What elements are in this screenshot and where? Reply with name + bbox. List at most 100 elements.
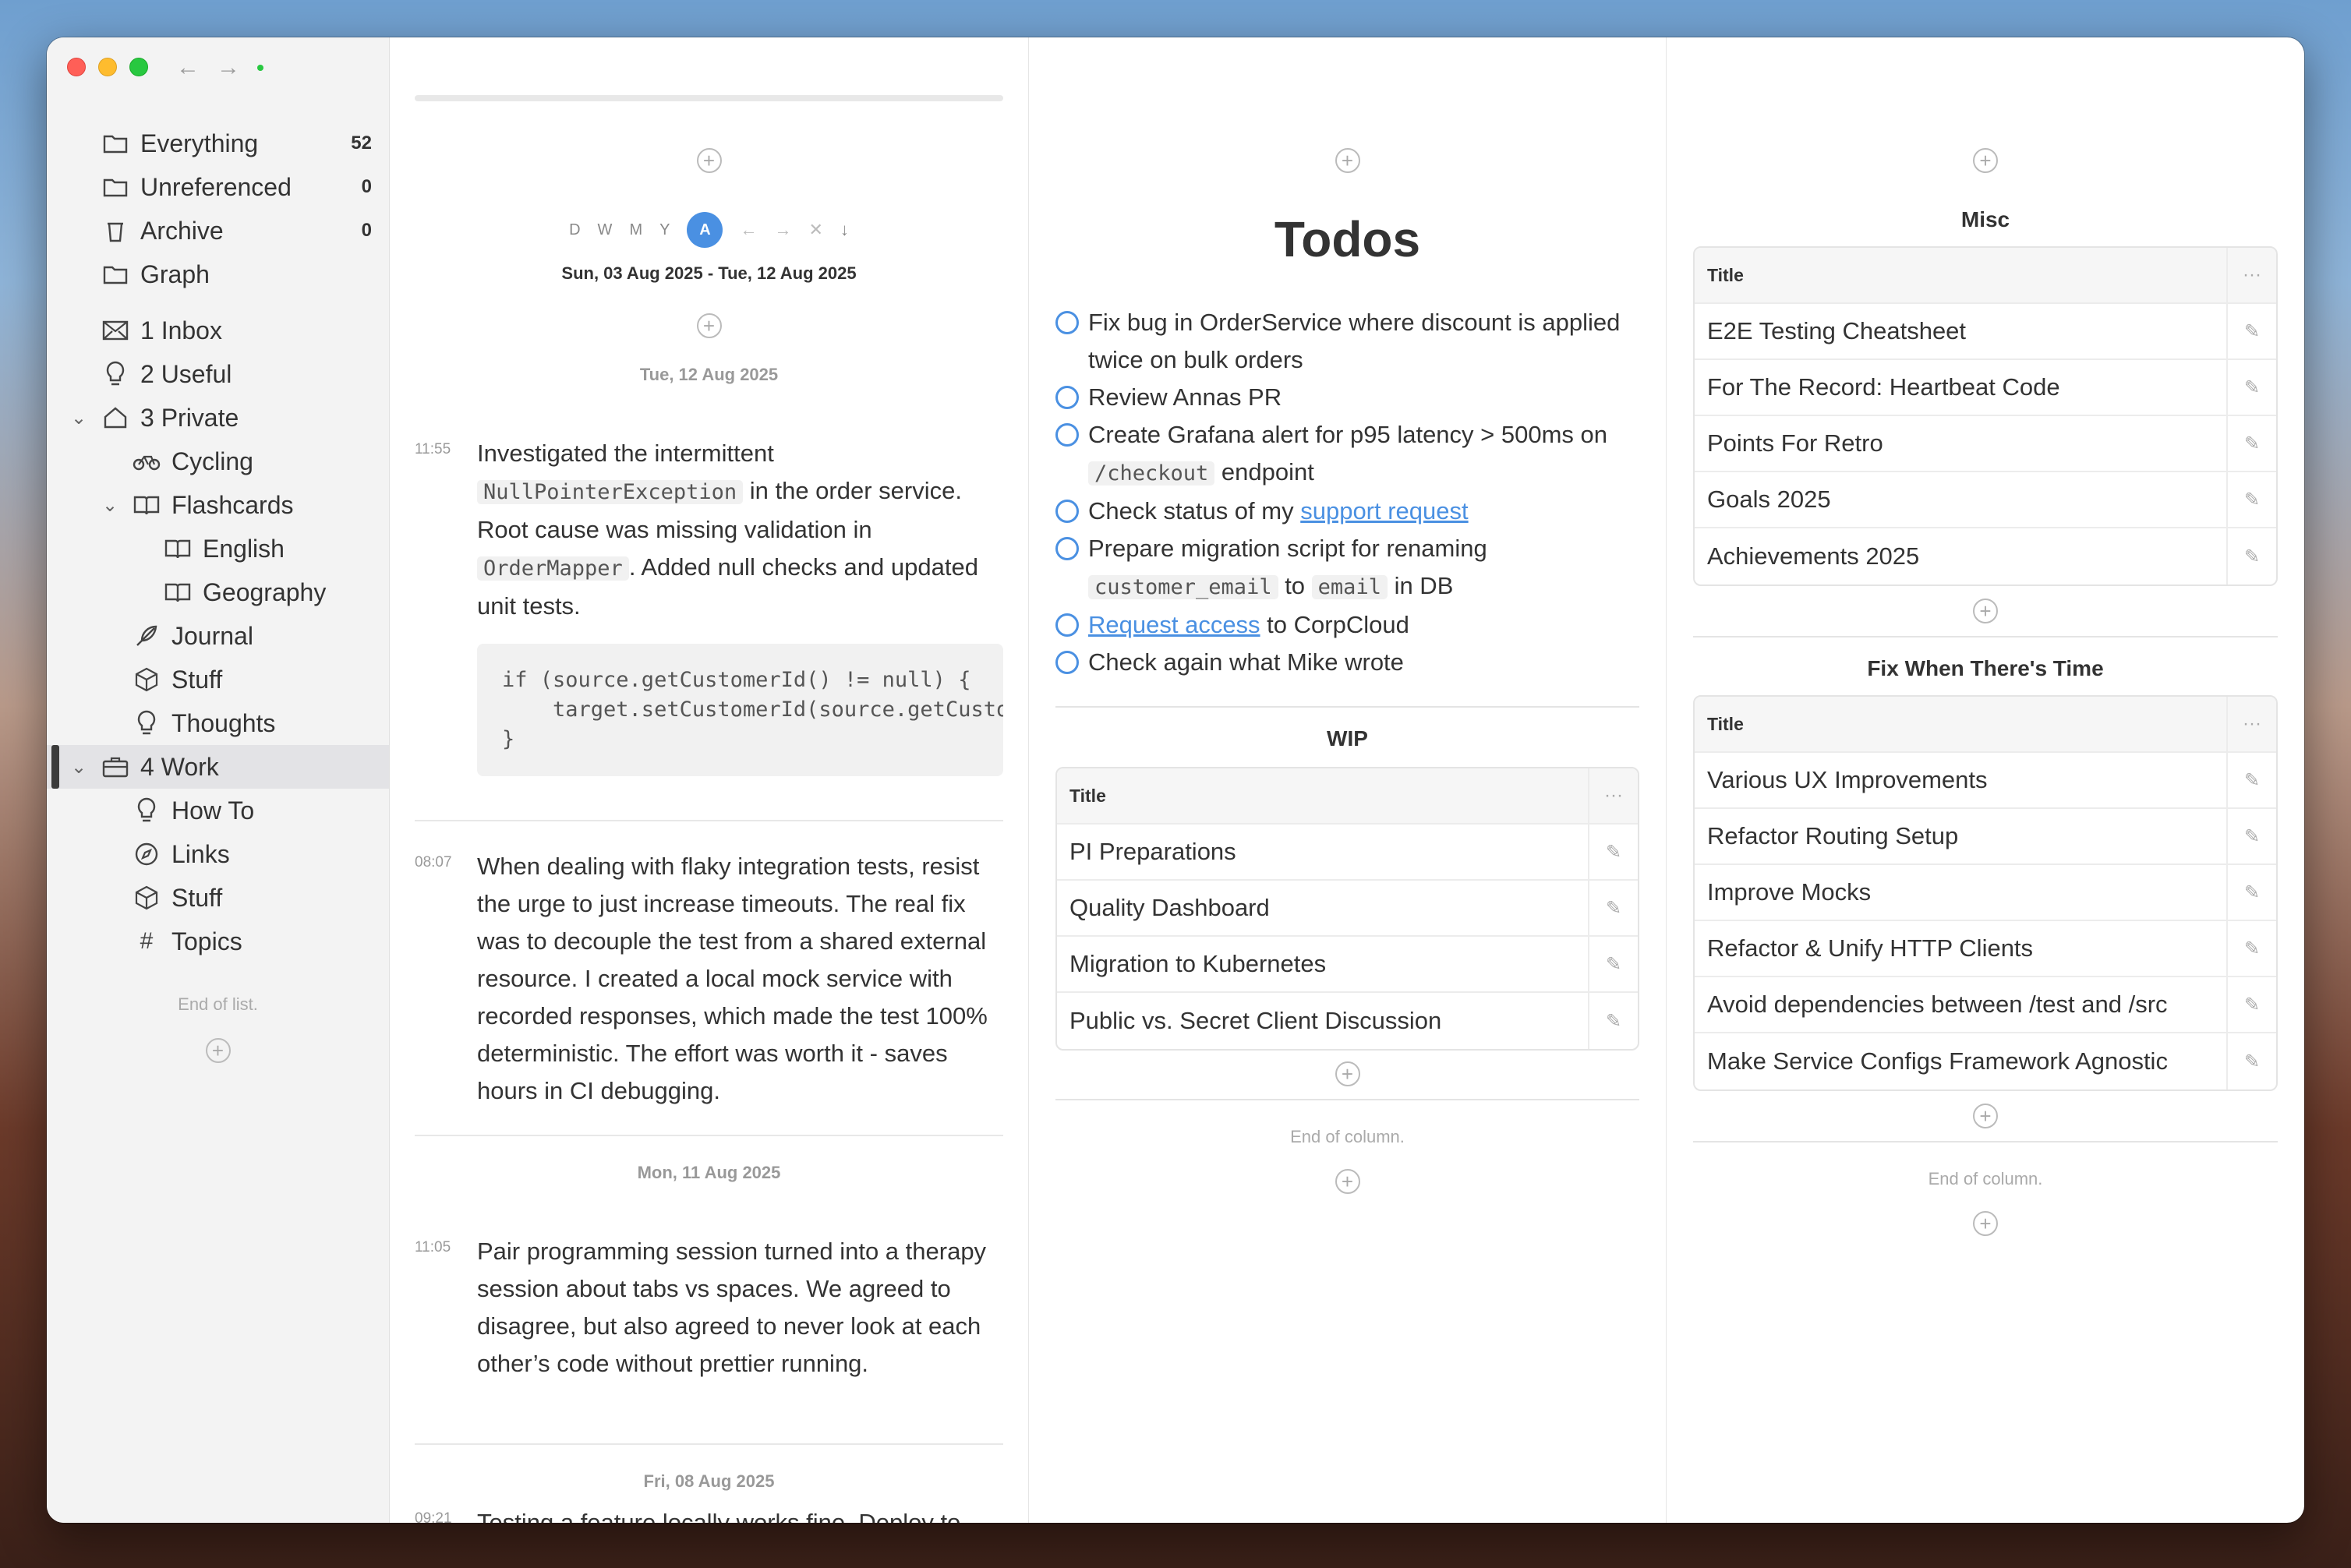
chevron-down-icon[interactable]: ⌄ <box>67 407 90 429</box>
add-block-plus-icon[interactable]: + <box>1973 148 1998 173</box>
add-item-plus-icon[interactable]: + <box>205 1038 231 1063</box>
forward-arrow-icon[interactable]: → <box>217 55 240 81</box>
add-row-plus-icon[interactable]: + <box>1335 1061 1360 1086</box>
support-request-link[interactable]: support request <box>1300 497 1468 524</box>
table-row[interactable]: Goals 2025 ✎ <box>1695 472 2276 528</box>
column-header-title[interactable]: Title <box>1695 248 2226 302</box>
edit-pencil-icon[interactable]: ✎ <box>2226 472 2276 527</box>
add-entry-plus-icon[interactable]: + <box>696 148 722 173</box>
sidebar-item-links[interactable]: Links <box>47 832 389 876</box>
table-row[interactable]: Improve Mocks ✎ <box>1695 865 2276 921</box>
column-header-title[interactable]: Title <box>1695 697 2226 751</box>
add-block-plus-icon[interactable]: + <box>1335 1169 1360 1194</box>
range-year-button[interactable]: Y <box>659 221 670 239</box>
add-row-plus-icon[interactable]: + <box>1973 1104 1998 1128</box>
sidebar-item-work[interactable]: ⌄ 4 Work <box>47 745 389 789</box>
range-day-button[interactable]: D <box>569 221 580 239</box>
edit-pencil-icon[interactable]: ✎ <box>1588 881 1638 935</box>
table-row[interactable]: Various UX Improvements ✎ <box>1695 753 2276 809</box>
checkbox-circle-icon[interactable] <box>1055 311 1079 334</box>
table-row[interactable]: Avoid dependencies between /test and /sr… <box>1695 977 2276 1033</box>
sidebar-item-archive[interactable]: Archive 0 <box>47 209 389 253</box>
table-row[interactable]: Public vs. Secret Client Discussion ✎ <box>1057 993 1638 1049</box>
sidebar-item-english[interactable]: English <box>47 527 389 570</box>
table-row[interactable]: Quality Dashboard ✎ <box>1057 881 1638 937</box>
table-row[interactable]: Refactor & Unify HTTP Clients ✎ <box>1695 921 2276 977</box>
range-month-button[interactable]: M <box>629 221 642 239</box>
sidebar-item-thoughts[interactable]: Thoughts <box>47 701 389 745</box>
journal-entry[interactable]: 11:05 Pair programming session turned in… <box>415 1233 1003 1383</box>
table-row[interactable]: Make Service Configs Framework Agnostic … <box>1695 1033 2276 1089</box>
sidebar-item-journal[interactable]: Journal <box>47 614 389 658</box>
journal-entry[interactable]: 08:07 When dealing with flaky integratio… <box>415 848 1003 1110</box>
table-row[interactable]: For The Record: Heartbeat Code ✎ <box>1695 360 2276 416</box>
sidebar-item-graph[interactable]: Graph <box>47 253 389 296</box>
table-row[interactable]: Refactor Routing Setup ✎ <box>1695 809 2276 865</box>
edit-pencil-icon[interactable]: ✎ <box>2226 921 2276 976</box>
add-row-plus-icon[interactable]: + <box>1973 599 1998 623</box>
sidebar-item-unreferenced[interactable]: Unreferenced 0 <box>47 165 389 209</box>
todo-item[interactable]: Review Annas PR <box>1055 379 1639 416</box>
sidebar-item-private[interactable]: ⌄ 3 Private <box>47 396 389 440</box>
checkbox-circle-icon[interactable] <box>1055 613 1079 637</box>
edit-pencil-icon[interactable]: ✎ <box>2226 1033 2276 1089</box>
todo-item[interactable]: Request access to CorpCloud <box>1055 606 1639 644</box>
edit-pencil-icon[interactable]: ✎ <box>2226 416 2276 471</box>
checkbox-circle-icon[interactable] <box>1055 537 1079 560</box>
add-block-plus-icon[interactable]: + <box>1335 148 1360 173</box>
edit-pencil-icon[interactable]: ✎ <box>2226 304 2276 358</box>
todo-item[interactable]: Fix bug in OrderService where discount i… <box>1055 304 1639 379</box>
column-header-title[interactable]: Title <box>1057 768 1588 823</box>
edit-pencil-icon[interactable]: ✎ <box>1588 937 1638 991</box>
more-options-icon[interactable]: ··· <box>2226 697 2276 751</box>
arrow-right-icon[interactable]: → <box>774 220 791 240</box>
sidebar-item-everything[interactable]: Everything 52 <box>47 122 389 165</box>
checkbox-circle-icon[interactable] <box>1055 423 1079 447</box>
edit-pencil-icon[interactable]: ✎ <box>2226 809 2276 863</box>
edit-pencil-icon[interactable]: ✎ <box>2226 528 2276 584</box>
sidebar-item-topics[interactable]: # Topics <box>47 920 389 963</box>
edit-pencil-icon[interactable]: ✎ <box>2226 360 2276 415</box>
sidebar-item-stuff-work[interactable]: Stuff <box>47 876 389 920</box>
minimize-window-button[interactable] <box>98 58 117 76</box>
sidebar-item-stuff[interactable]: Stuff <box>47 658 389 701</box>
request-access-link[interactable]: Request access <box>1088 611 1260 638</box>
sidebar-item-how-to[interactable]: How To <box>47 789 389 832</box>
sidebar-item-cycling[interactable]: Cycling <box>47 440 389 483</box>
sidebar-item-geography[interactable]: Geography <box>47 570 389 614</box>
checkbox-circle-icon[interactable] <box>1055 651 1079 674</box>
todo-item[interactable]: Create Grafana alert for p95 latency > 5… <box>1055 416 1639 493</box>
table-row[interactable]: E2E Testing Cheatsheet ✎ <box>1695 304 2276 360</box>
more-options-icon[interactable]: ··· <box>1588 768 1638 823</box>
table-row[interactable]: Points For Retro ✎ <box>1695 416 2276 472</box>
journal-entry[interactable]: 11:55 Investigated the intermittent Null… <box>415 435 1003 776</box>
arrow-left-icon[interactable]: ← <box>740 220 757 240</box>
add-block-plus-icon[interactable]: + <box>1973 1211 1998 1236</box>
sidebar-item-useful[interactable]: 2 Useful <box>47 352 389 396</box>
edit-pencil-icon[interactable]: ✎ <box>2226 753 2276 807</box>
add-day-plus-icon[interactable]: + <box>696 313 722 338</box>
back-arrow-icon[interactable]: ← <box>176 55 200 81</box>
todo-item[interactable]: Check again what Mike wrote <box>1055 644 1639 681</box>
table-row[interactable]: PI Preparations ✎ <box>1057 825 1638 881</box>
zoom-window-button[interactable] <box>129 58 148 76</box>
edit-pencil-icon[interactable]: ✎ <box>1588 825 1638 879</box>
range-week-button[interactable]: W <box>598 221 613 239</box>
table-row[interactable]: Migration to Kubernetes ✎ <box>1057 937 1638 993</box>
range-all-button[interactable]: A <box>687 212 723 248</box>
arrow-down-icon[interactable]: ↓ <box>840 220 849 240</box>
checkbox-circle-icon[interactable] <box>1055 386 1079 409</box>
edit-pencil-icon[interactable]: ✎ <box>2226 977 2276 1032</box>
edit-pencil-icon[interactable]: ✎ <box>2226 865 2276 920</box>
chevron-down-icon[interactable]: ⌄ <box>98 494 122 517</box>
todo-item[interactable]: Prepare migration script for renaming cu… <box>1055 530 1639 606</box>
journal-entry[interactable]: 09:21 Testing a feature locally works fi… <box>415 1504 1003 1523</box>
checkbox-circle-icon[interactable] <box>1055 500 1079 523</box>
clear-icon[interactable]: ✕ <box>808 220 822 240</box>
sidebar-item-flashcards[interactable]: ⌄ Flashcards <box>47 483 389 527</box>
table-row[interactable]: Achievements 2025 ✎ <box>1695 528 2276 584</box>
edit-pencil-icon[interactable]: ✎ <box>1588 993 1638 1049</box>
more-options-icon[interactable]: ··· <box>2226 248 2276 302</box>
chevron-down-icon[interactable]: ⌄ <box>67 756 90 779</box>
todo-item[interactable]: Check status of my support request <box>1055 493 1639 530</box>
